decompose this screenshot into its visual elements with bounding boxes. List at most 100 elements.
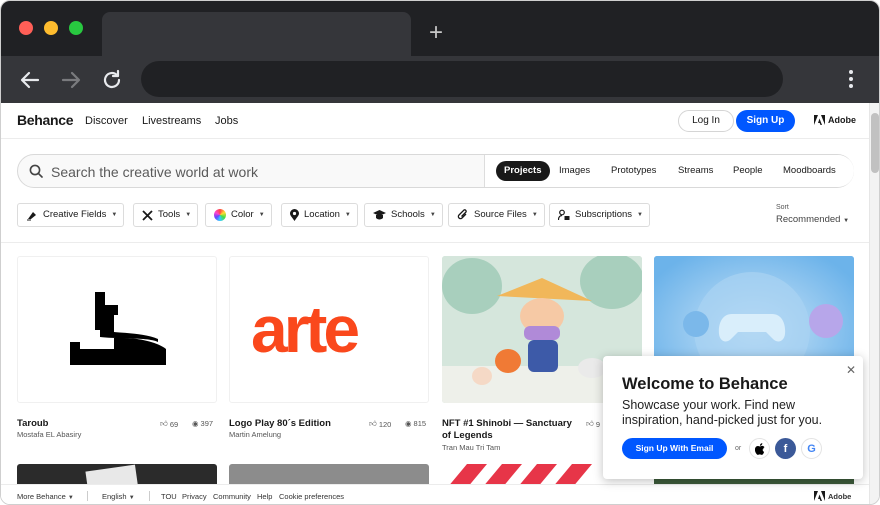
footer-language-label: English [102,492,127,501]
footer-language[interactable]: English ▼ [102,492,135,501]
facebook-icon: f [783,442,788,455]
maximize-window-button[interactable] [69,21,83,35]
footer-link-cookie-preferences[interactable]: Cookie preferences [279,492,344,501]
footer-adobe-label: Adobe [828,491,852,501]
card-likes: 👍︎ 120 [369,419,391,429]
likes-count: 9 [595,419,601,429]
adobe-link[interactable]: Adobe [814,115,856,125]
nav-livestreams[interactable]: Livestreams [142,115,201,127]
webpage: Behance Discover Livestreams Jobs Log In… [1,103,869,504]
filter-creative-fields[interactable]: Creative Fields ▼ [17,203,125,227]
adobe-logo-icon [814,491,825,501]
footer-link-tou[interactable]: TOU [161,492,177,501]
card-author[interactable]: Martin Amelung [229,430,281,439]
browser-menu-icon[interactable] [848,70,854,90]
close-window-button[interactable] [19,21,33,35]
adobe-label: Adobe [828,115,856,125]
project-card-thumbnail[interactable] [17,256,217,403]
filter-subscriptions[interactable]: Subscriptions ▼ [549,203,650,227]
filter-location[interactable]: Location ▼ [281,203,358,227]
login-button[interactable]: Log In [678,110,734,132]
card-title[interactable]: NFT #1 Shinobi — Sanctuary of Legends [442,418,572,442]
thumbs-up-icon: 👍︎ [369,419,377,428]
card-likes: 👍︎ 69 [160,419,178,429]
search-type-tabs: Projects Images Prototypes Streams Peopl… [484,155,854,187]
nav-jobs[interactable]: Jobs [215,115,238,127]
card-likes: 👍︎ 9 [586,419,600,429]
google-signin-button[interactable]: G [801,438,822,459]
filter-label: Tools [158,209,181,220]
card-author[interactable]: Tran Mau Tri Tam [442,443,500,452]
minimize-window-button[interactable] [44,21,58,35]
search-icon [29,164,43,178]
scrollbar-thumb[interactable] [871,113,879,173]
browser-window: + Behance Discover Livestreams Jobs Log … [0,0,880,505]
project-card-thumbnail[interactable]: arte [229,256,429,403]
card-title[interactable]: Logo Play 80´s Edition [229,418,331,430]
footer-separator [87,491,88,501]
tools-icon [142,209,153,221]
browser-tab[interactable] [102,12,411,56]
card-title[interactable]: Taroub [17,418,49,430]
filter-tools[interactable]: Tools ▼ [133,203,199,227]
filter-schools[interactable]: Schools ▼ [364,203,443,227]
tab-prototypes[interactable]: Prototypes [611,161,656,181]
filter-source-files[interactable]: Source Files ▼ [448,203,545,227]
close-icon[interactable]: ✕ [846,363,856,377]
search-input[interactable]: Search the creative world at work [51,164,258,180]
footer-more-label: More Behance [17,492,66,501]
thumbs-up-icon: 👍︎ [160,419,168,428]
apple-signin-button[interactable] [749,438,770,459]
likes-count: 69 [169,419,179,429]
footer-separator [149,491,150,501]
search-bar: Search the creative world at work Projec… [17,154,854,188]
footer-link-privacy[interactable]: Privacy [182,492,207,501]
nav-discover[interactable]: Discover [85,115,128,127]
tab-people[interactable]: People [733,161,763,181]
behance-logo[interactable]: Behance [17,112,74,128]
views-count: 397 [200,419,214,428]
chevron-down-icon: ▼ [531,212,538,218]
apple-icon [754,442,764,455]
eye-icon: ◉ [405,419,412,428]
chevron-down-icon: ▼ [111,212,118,218]
filter-color[interactable]: Color ▼ [205,203,272,227]
filter-label: Source Files [474,209,527,220]
thumbs-up-icon: 👍︎ [586,419,594,428]
chevron-down-icon: ▼ [344,212,351,218]
facebook-signin-button[interactable]: f [775,438,796,459]
footer-more-behance[interactable]: More Behance ▼ [17,492,74,501]
footer-link-help[interactable]: Help [257,492,272,501]
chevron-down-icon: ▼ [637,212,643,218]
back-arrow-icon[interactable] [18,68,42,92]
filter-label: Color [231,209,254,220]
filter-label: Subscriptions [575,209,633,220]
reload-icon[interactable] [100,68,124,92]
color-wheel-icon [214,209,226,221]
sort-value: Recommended [776,214,841,225]
popup-or-label: or [735,445,742,452]
location-pin-icon [290,209,299,221]
tab-streams[interactable]: Streams [678,161,713,181]
sort-dropdown[interactable]: Recommended ▼ [776,214,849,225]
tab-images[interactable]: Images [559,161,590,181]
card-views: ◉ 815 [405,419,426,428]
creative-fields-icon [27,212,36,221]
likes-count: 120 [378,419,392,429]
new-tab-button[interactable]: + [429,21,443,45]
footer-adobe-link[interactable]: Adobe [814,491,851,501]
chevron-down-icon: ▼ [258,212,265,218]
adobe-logo-icon [814,115,825,125]
footer-link-community[interactable]: Community [213,492,251,501]
filter-label: Location [304,209,340,220]
tab-projects[interactable]: Projects [496,161,550,181]
arte-logo: arte [251,292,360,366]
address-bar[interactable] [141,61,783,97]
card-author[interactable]: Mostafa EL Abasiry [17,430,81,439]
signup-with-email-button[interactable]: Sign Up With Email [622,438,727,459]
person-lock-icon [558,209,570,221]
signup-button[interactable]: Sign Up [736,110,795,132]
forward-arrow-icon[interactable] [59,68,83,92]
chevron-down-icon: ▼ [128,495,135,501]
tab-moodboards[interactable]: Moodboards [783,161,836,181]
